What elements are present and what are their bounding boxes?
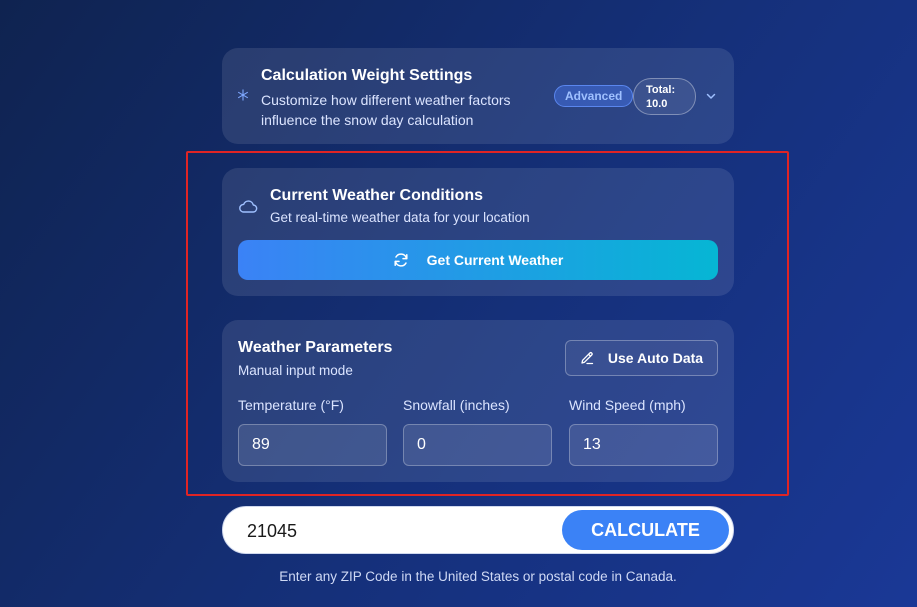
snowfall-label: Snowfall (inches)	[403, 397, 510, 413]
temperature-label: Temperature (°F)	[238, 397, 344, 413]
snowfall-input[interactable]: 0	[403, 424, 552, 466]
total-value: 10.0	[646, 98, 668, 110]
wind-speed-label: Wind Speed (mph)	[569, 397, 686, 413]
weather-parameters-card: Weather Parameters Manual input mode Use…	[222, 320, 734, 482]
zip-search-bar: 21045 CALCULATE	[222, 506, 734, 554]
use-auto-data-button[interactable]: Use Auto Data	[565, 340, 718, 376]
current-weather-subtitle: Get real-time weather data for your loca…	[270, 210, 530, 225]
wind-speed-input[interactable]: 13	[569, 424, 718, 466]
zip-hint: Enter any ZIP Code in the United States …	[279, 569, 677, 584]
weight-settings-card[interactable]: Calculation Weight Settings Customize ho…	[222, 48, 734, 144]
chevron-down-icon[interactable]	[705, 90, 717, 102]
weight-settings-title: Calculation Weight Settings	[261, 67, 473, 84]
use-auto-data-label: Use Auto Data	[607, 350, 704, 366]
current-weather-card: Current Weather Conditions Get real-time…	[222, 168, 734, 296]
current-weather-title: Current Weather Conditions	[270, 187, 484, 204]
weather-parameters-title: Weather Parameters	[238, 339, 393, 356]
input-mode-label: Manual input mode	[238, 363, 353, 378]
calculate-button[interactable]: CALCULATE	[562, 510, 729, 550]
cloud-icon	[239, 200, 258, 213]
total-badge: Total: 10.0	[633, 78, 696, 115]
get-current-weather-label: Get Current Weather	[426, 252, 564, 268]
total-label: Total:	[646, 84, 676, 96]
zip-input[interactable]: 21045	[247, 521, 297, 542]
temperature-input[interactable]: 89	[238, 424, 387, 466]
snowflake-icon	[237, 89, 249, 101]
get-current-weather-button[interactable]: Get Current Weather	[238, 240, 718, 280]
advanced-badge: Advanced	[554, 85, 634, 107]
pencil-icon	[581, 352, 594, 365]
weight-settings-description: Customize how different weather factors …	[261, 92, 511, 128]
refresh-icon	[394, 253, 408, 267]
